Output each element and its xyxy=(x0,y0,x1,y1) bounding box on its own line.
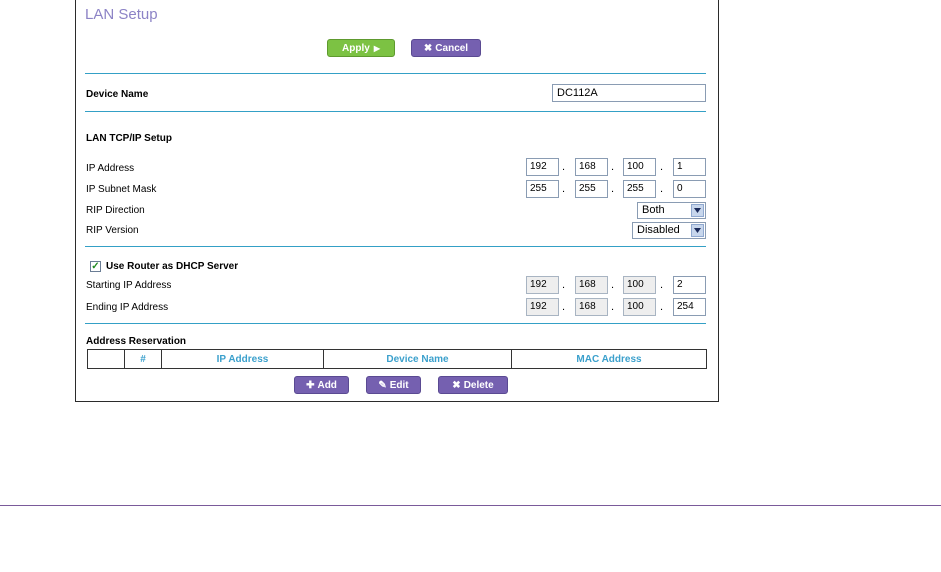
ip-octet-4[interactable]: 1 xyxy=(673,158,706,176)
rip-version-value: Disabled xyxy=(637,224,680,236)
checkmark-icon: ✓ xyxy=(91,261,100,272)
dot-separator: . xyxy=(660,183,664,195)
ip-octet-1[interactable]: 192 xyxy=(526,158,559,176)
chevron-down-icon xyxy=(691,224,704,237)
add-button[interactable]: ✚ Add xyxy=(294,376,349,394)
ending-ip-label: Ending IP Address xyxy=(86,302,169,313)
starting-ip-label: Starting IP Address xyxy=(86,280,172,291)
chevron-down-icon xyxy=(691,204,704,217)
address-reservation-heading: Address Reservation xyxy=(86,336,187,347)
column-header-ip-address: IP Address xyxy=(161,349,324,369)
divider xyxy=(85,111,706,112)
plus-icon: ✚ xyxy=(306,379,315,391)
end-octet-2: 168 xyxy=(575,298,608,316)
reservation-table: # IP Address Device Name MAC Address xyxy=(87,349,707,369)
column-header-number: # xyxy=(124,349,162,369)
start-octet-1: 192 xyxy=(526,276,559,294)
device-name-label: Device Name xyxy=(86,89,149,100)
end-octet-4[interactable]: 254 xyxy=(673,298,706,316)
dhcp-checkbox[interactable]: ✓ xyxy=(90,261,101,272)
edit-button[interactable]: ✎ Edit xyxy=(366,376,421,394)
cancel-label: Cancel xyxy=(435,42,469,54)
table-header-row: # IP Address Device Name MAC Address xyxy=(87,349,707,369)
dot-separator: . xyxy=(562,183,566,195)
apply-label: Apply xyxy=(342,42,370,54)
add-label: Add xyxy=(317,379,337,391)
close-icon: ✖ xyxy=(452,379,461,391)
rip-version-label: RIP Version xyxy=(86,225,139,236)
ip-address-label: IP Address xyxy=(86,163,135,174)
dhcp-checkbox-label: Use Router as DHCP Server xyxy=(106,261,239,272)
subnet-mask-label: IP Subnet Mask xyxy=(86,184,157,195)
edit-label: Edit xyxy=(389,379,409,391)
dot-separator: . xyxy=(660,161,664,173)
dot-separator: . xyxy=(660,279,664,291)
apply-button[interactable]: Apply ▶ xyxy=(327,39,395,57)
dot-separator: . xyxy=(562,279,566,291)
rip-direction-value: Both xyxy=(642,204,665,216)
delete-button[interactable]: ✖ Delete xyxy=(438,376,508,394)
dot-separator: . xyxy=(611,301,615,313)
start-octet-4[interactable]: 2 xyxy=(673,276,706,294)
rip-direction-label: RIP Direction xyxy=(86,205,145,216)
divider xyxy=(85,246,706,247)
ip-octet-2[interactable]: 168 xyxy=(575,158,608,176)
delete-label: Delete xyxy=(463,379,494,391)
mask-octet-2[interactable]: 255 xyxy=(575,180,608,198)
page-footer-divider xyxy=(0,505,941,506)
close-icon: ✖ xyxy=(423,42,433,54)
ip-octet-3[interactable]: 100 xyxy=(623,158,656,176)
dot-separator: . xyxy=(660,301,664,313)
divider xyxy=(85,73,706,74)
dot-separator: . xyxy=(611,279,615,291)
rip-direction-select[interactable]: Both xyxy=(637,202,706,219)
dot-separator: . xyxy=(611,183,615,195)
mask-octet-3[interactable]: 255 xyxy=(623,180,656,198)
mask-octet-1[interactable]: 255 xyxy=(526,180,559,198)
column-header-device-name: Device Name xyxy=(323,349,512,369)
play-arrow-icon: ▶ xyxy=(373,43,380,53)
dot-separator: . xyxy=(562,301,566,313)
end-octet-1: 192 xyxy=(526,298,559,316)
mask-octet-4[interactable]: 0 xyxy=(673,180,706,198)
start-octet-2: 168 xyxy=(575,276,608,294)
dot-separator: . xyxy=(562,161,566,173)
page-title: LAN Setup xyxy=(85,6,158,23)
column-header-mac-address: MAC Address xyxy=(511,349,707,369)
pencil-icon: ✎ xyxy=(378,379,387,391)
cancel-button[interactable]: ✖ Cancel xyxy=(411,39,481,57)
rip-version-select[interactable]: Disabled xyxy=(632,222,706,239)
tcpip-heading: LAN TCP/IP Setup xyxy=(86,133,172,144)
device-name-input[interactable]: DC112A xyxy=(552,84,706,102)
column-header-select xyxy=(87,349,125,369)
dot-separator: . xyxy=(611,161,615,173)
end-octet-3: 100 xyxy=(623,298,656,316)
lan-setup-panel: LAN Setup Apply ▶ ✖ Cancel Device Name D… xyxy=(75,0,719,402)
start-octet-3: 100 xyxy=(623,276,656,294)
divider xyxy=(85,323,706,324)
